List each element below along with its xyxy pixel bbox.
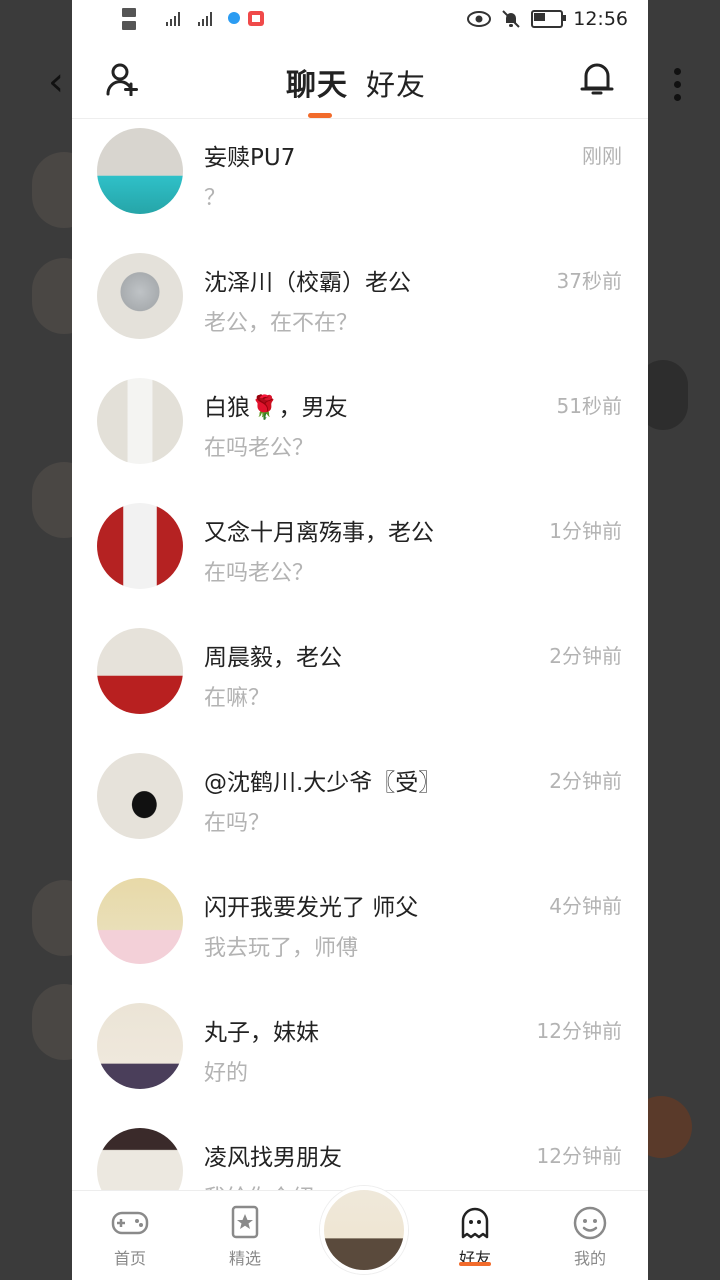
avatar bbox=[97, 378, 183, 464]
avatar bbox=[97, 628, 183, 714]
signal-indicators bbox=[122, 6, 264, 35]
chat-row[interactable]: 又念十月离殇事，老公 在吗老公？ 1分钟前 bbox=[72, 493, 648, 618]
star-bookmark-icon bbox=[231, 1205, 259, 1239]
chat-time: 51秒前 bbox=[556, 394, 622, 418]
chat-preview: 老公，在不在？ bbox=[204, 311, 359, 336]
avatar bbox=[97, 1003, 183, 1089]
ghost-icon bbox=[461, 1207, 489, 1239]
avatar bbox=[97, 128, 183, 214]
smiley-icon bbox=[573, 1206, 607, 1240]
chat-row[interactable]: 白狼🌹，男友 在吗老公？ 51秒前 bbox=[72, 368, 648, 493]
chat-row[interactable]: 闪开我要发光了 师父 我去玩了，师傅 4分钟前 bbox=[72, 868, 648, 993]
chat-row[interactable]: 丸子，妹妹 好的 12分钟前 bbox=[72, 993, 648, 1118]
chat-row[interactable]: 妄赎PU7 ？ 刚刚 bbox=[72, 118, 648, 243]
chat-name: 丸子，妹妹 bbox=[204, 1020, 319, 1046]
chat-time: 刚刚 bbox=[582, 144, 622, 168]
chat-time: 37秒前 bbox=[556, 269, 622, 293]
add-friend-icon[interactable] bbox=[106, 62, 140, 96]
battery-icon bbox=[531, 10, 567, 28]
app-notification-icons bbox=[228, 11, 264, 26]
nav-featured[interactable]: 精选 bbox=[200, 1205, 290, 1269]
gamepad-icon bbox=[111, 1211, 149, 1235]
avatar bbox=[97, 503, 183, 589]
avatar bbox=[97, 878, 183, 964]
chat-preview: 好的 bbox=[204, 1061, 249, 1086]
eye-icon bbox=[467, 11, 492, 27]
chat-row[interactable]: 周晨毅，老公 在嘛？ 2分钟前 bbox=[72, 618, 648, 743]
chat-list: 妄赎PU7 ？ 刚刚 沈泽川（校霸）老公 老公，在不在？ 37秒前 白狼🌹，男友… bbox=[72, 118, 648, 1243]
top-bar: 聊天 好友 bbox=[72, 40, 648, 119]
chat-time: 2分钟前 bbox=[549, 644, 622, 668]
chat-name: 妄赎PU7 bbox=[204, 145, 296, 171]
chat-row[interactable]: 沈泽川（校霸）老公 老公，在不在？ 37秒前 bbox=[72, 243, 648, 368]
chat-preview: 在嘛？ bbox=[204, 686, 271, 711]
center-avatar-button[interactable] bbox=[320, 1186, 408, 1274]
nav-me[interactable]: 我的 bbox=[545, 1205, 635, 1269]
chat-name: 白狼🌹，男友 bbox=[204, 395, 348, 421]
status-time: 12:56 bbox=[573, 8, 628, 30]
nav-label: 我的 bbox=[573, 1249, 606, 1268]
chat-friend-tabs: 聊天 好友 bbox=[286, 60, 426, 104]
chat-time: 4分钟前 bbox=[549, 894, 622, 918]
chat-time: 2分钟前 bbox=[549, 769, 622, 793]
tab-friends[interactable]: 好友 bbox=[366, 62, 426, 104]
mute-bell-icon bbox=[502, 10, 520, 28]
chat-name: 闪开我要发光了 师父 bbox=[204, 895, 419, 921]
chat-time: 1分钟前 bbox=[549, 519, 622, 543]
chat-preview: 在吗？ bbox=[204, 811, 271, 836]
chat-row[interactable]: @沈鹤川.大少爷〖受〗 在吗？ 2分钟前 bbox=[72, 743, 648, 868]
chat-name: 周晨毅，老公 bbox=[204, 645, 342, 671]
chat-name: 沈泽川（校霸）老公 bbox=[204, 270, 411, 296]
chat-time: 12分钟前 bbox=[536, 1144, 622, 1168]
chat-preview: 我去玩了，师傅 bbox=[204, 936, 359, 961]
chat-preview: 在吗老公？ bbox=[204, 436, 315, 461]
chat-name: @沈鹤川.大少爷〖受〗 bbox=[204, 770, 442, 796]
chat-name: 又念十月离殇事，老公 bbox=[204, 520, 434, 546]
nav-friends[interactable]: 好友 bbox=[430, 1205, 520, 1269]
avatar bbox=[97, 753, 183, 839]
chat-name: 凌风找男朋友 bbox=[204, 1145, 342, 1171]
network-signal-icon bbox=[122, 8, 212, 30]
nav-label: 精选 bbox=[228, 1249, 261, 1268]
chat-time: 12分钟前 bbox=[536, 1019, 622, 1043]
status-right: 12:56 bbox=[467, 8, 628, 30]
bell-icon[interactable] bbox=[580, 60, 614, 98]
nav-active-indicator bbox=[459, 1262, 491, 1266]
nav-home[interactable]: 首页 bbox=[85, 1205, 175, 1269]
background-more-icon bbox=[674, 68, 684, 107]
tab-chat[interactable]: 聊天 bbox=[286, 60, 348, 104]
avatar bbox=[97, 253, 183, 339]
chat-preview: 在吗老公？ bbox=[204, 561, 315, 586]
status-bar: 12:56 bbox=[72, 0, 648, 40]
chat-preview: ？ bbox=[204, 186, 227, 211]
nav-label: 首页 bbox=[113, 1249, 146, 1268]
chat-panel: 12:56 聊天 好友 妄赎PU7 ？ 刚刚 沈泽川（校霸）老公 老公，在不在？… bbox=[72, 0, 648, 1280]
